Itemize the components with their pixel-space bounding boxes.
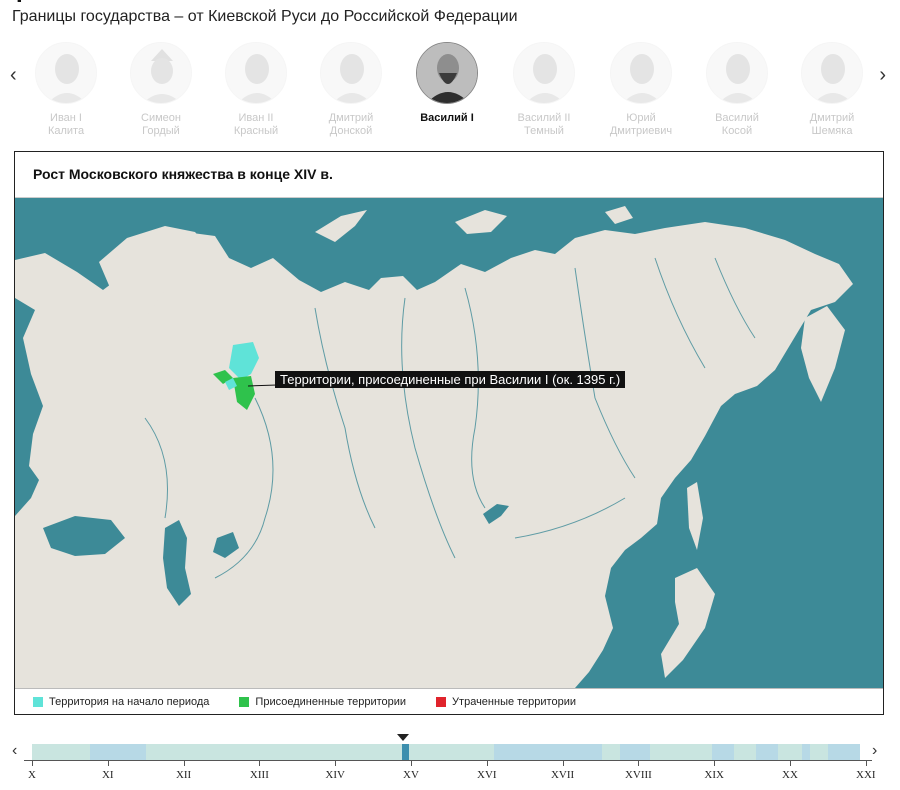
map-title: Рост Московского княжества в конце XIV в… [15,152,883,198]
ruler-ivan-krasny[interactable]: Иван II Красный [216,42,296,138]
timeline-century-label[interactable]: XII [176,769,191,781]
timeline-tick [107,760,109,766]
page-subtitle: Границы государства – от Киевской Руси д… [12,8,518,25]
ruler-name-line1: Дмитрий [809,112,855,124]
timeline-handle[interactable] [402,744,409,760]
ruler-name-line1: Василий [715,112,759,124]
ruler-name-line2: Дмитриевич [609,125,673,137]
ruler-name-line2: Калита [47,125,85,137]
portrait-icon [320,42,382,104]
legend-label: Присоединенные территории [255,695,407,708]
legend-label: Утраченные территории [452,695,576,708]
portrait-icon [706,42,768,104]
portrait-icon [130,42,192,104]
timeline-century-label[interactable]: XI [102,769,114,781]
map-legend: Территория на начало периода Присоединен… [15,688,883,714]
map-card: Рост Московского княжества в конце XIV в… [14,151,884,715]
ruler-vasily-1[interactable]: Василий I [407,42,487,125]
legend-swatch [33,696,43,707]
ruler-name-line1: Дмитрий [328,112,374,124]
portrait-icon [35,42,97,104]
timeline-tick [32,760,33,766]
eurasia-map [15,206,853,688]
timeline-period[interactable] [802,744,810,760]
timeline-century-label[interactable]: XVIII [625,769,652,781]
legend-label: Территория на начало периода [49,695,210,708]
portrait-icon [801,42,863,104]
timeline-next-icon[interactable]: › [872,742,877,760]
portrait-icon [610,42,672,104]
ruler-name-line1: Юрий [626,112,656,124]
ruler-name-line2: Гордый [142,125,180,137]
carousel-next-arrow-icon[interactable]: › [879,64,886,87]
timeline-tick [486,760,488,766]
page-title-cut: Т [12,0,27,2]
ruler-name-line2: Темный [524,125,564,137]
timeline-period[interactable] [712,744,734,760]
timeline-century-label[interactable]: XIII [250,769,269,781]
ruler-name-line1: Василий II [517,112,571,124]
timeline-period[interactable] [494,744,602,760]
timeline-bar[interactable] [32,744,860,760]
carousel-prev-arrow-icon[interactable]: ‹ [10,64,17,87]
timeline-period[interactable] [828,744,860,760]
timeline-tick [562,760,564,766]
timeline-century-label[interactable]: XIV [325,769,345,781]
map-area[interactable]: Территории, присоединенные при Василии I… [15,198,883,688]
timeline-century-label[interactable]: XV [403,769,419,781]
timeline-century-label[interactable]: XXI [856,769,876,781]
ruler-name-line1: Симеон [141,112,181,124]
timeline-tick [638,760,640,766]
map-tooltip: Территории, присоединенные при Василии I… [275,371,626,388]
ruler-name-line2: Косой [721,125,753,137]
portrait-icon [416,42,478,104]
portrait-icon [513,42,575,104]
ruler-name-line1: Иван II [238,112,274,124]
timeline-tick [183,760,185,766]
timeline-century-label[interactable]: XVII [551,769,574,781]
ruler-dmitry-shemyaka[interactable]: Дмитрий Шемяка [792,42,872,138]
century-timeline: ‹ › X XI XII XIII XIV XV XVI XVII XVIII XIX XX XXI [0,728,900,790]
timeline-tick [259,760,261,766]
timeline-period[interactable] [90,744,146,760]
legend-swatch [239,696,250,707]
timeline-period[interactable] [756,744,778,760]
timeline-prev-icon[interactable]: ‹ [12,742,17,760]
portrait-icon [225,42,287,104]
timeline-century-label[interactable]: XIX [704,769,724,781]
ruler-name-line1: Иван I [50,112,82,124]
ruler-name-line1: Василий I [420,112,474,124]
rulers-carousel: ‹ › Иван I Калита Симеон Гордый Иван II Кра… [0,36,900,148]
timeline-tick [790,760,791,766]
timeline-current-marker-icon [397,734,409,741]
timeline-period[interactable] [620,744,650,760]
legend-swatch [436,696,447,707]
legend-item-initial: Территория на начало периода [33,696,209,708]
ruler-ivan-kalita[interactable]: Иван I Калита [26,42,106,138]
ruler-vasily-2[interactable]: Василий II Темный [504,42,584,138]
ruler-name-line2: Шемяка [811,125,853,137]
legend-item-lost: Утраченные территории [436,696,576,708]
ruler-vasily-kosoy[interactable]: Василий Косой [697,42,777,138]
timeline-century-label[interactable]: XVI [477,769,497,781]
ruler-dmitry-donskoy[interactable]: Дмитрий Донской [311,42,391,138]
ruler-name-line2: Красный [233,125,279,137]
ruler-yuri-dmitrievich[interactable]: Юрий Дмитриевич [601,42,681,138]
timeline-tick [865,760,867,766]
timeline-axis [24,760,872,761]
timeline-tick [714,760,716,766]
timeline-tick [411,760,412,766]
timeline-century-label[interactable]: X [28,769,36,781]
timeline-century-label[interactable]: XX [782,769,798,781]
ruler-simeon-gordy[interactable]: Симеон Гордый [121,42,201,138]
ruler-name-line2: Донской [329,125,373,137]
legend-item-annexed: Присоединенные территории [239,696,406,708]
timeline-tick [335,760,337,766]
